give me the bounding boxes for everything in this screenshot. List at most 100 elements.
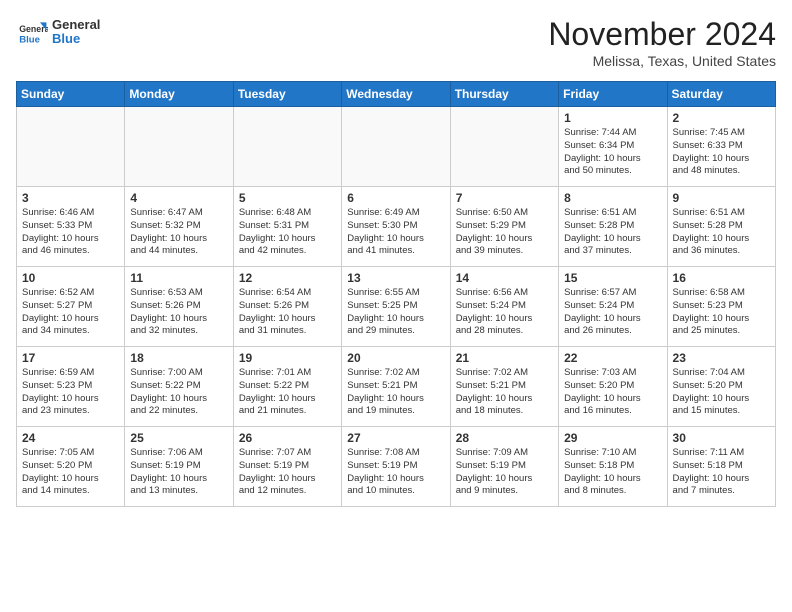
day-of-week-header: Monday bbox=[125, 82, 233, 107]
cell-content: Sunrise: 6:49 AMSunset: 5:30 PMDaylight:… bbox=[347, 207, 444, 258]
cell-content: Sunrise: 7:02 AMSunset: 5:21 PMDaylight:… bbox=[347, 367, 444, 418]
calendar-cell: 16 Sunrise: 6:58 AMSunset: 5:23 PMDayligh… bbox=[667, 267, 775, 347]
calendar-cell: 25 Sunrise: 7:06 AMSunset: 5:19 PMDayligh… bbox=[125, 427, 233, 507]
calendar-header-row: SundayMondayTuesdayWednesdayThursdayFrid… bbox=[17, 82, 776, 107]
calendar-cell: 7 Sunrise: 6:50 AMSunset: 5:29 PMDaylight… bbox=[450, 187, 558, 267]
calendar-cell: 12Sunrise: 6:54 AMSunset: 5:26 PMDayligh… bbox=[233, 267, 341, 347]
calendar-week-row: 10 Sunrise: 6:52 AMSunset: 5:27 PMDayligh… bbox=[17, 267, 776, 347]
day-number: 4 bbox=[130, 191, 227, 205]
day-number: 7 bbox=[456, 191, 553, 205]
cell-content: Sunrise: 7:11 AMSunset: 5:18 PMDaylight:… bbox=[673, 447, 770, 498]
day-number: 13 bbox=[347, 271, 444, 285]
calendar-cell: 23 Sunrise: 7:04 AMSunset: 5:20 PMDayligh… bbox=[667, 347, 775, 427]
day-number: 16 bbox=[673, 271, 770, 285]
day-number: 24 bbox=[22, 431, 119, 445]
calendar-cell: 29 Sunrise: 7:10 AMSunset: 5:18 PMDayligh… bbox=[559, 427, 667, 507]
calendar-week-row: 1 Sunrise: 7:44 AMSunset: 6:34 PMDaylight… bbox=[17, 107, 776, 187]
calendar-cell: 26Sunrise: 7:07 AMSunset: 5:19 PMDayligh… bbox=[233, 427, 341, 507]
calendar-cell: 9 Sunrise: 6:51 AMSunset: 5:28 PMDaylight… bbox=[667, 187, 775, 267]
cell-content: Sunrise: 7:03 AMSunset: 5:20 PMDaylight:… bbox=[564, 367, 661, 418]
day-number: 1 bbox=[564, 111, 661, 125]
calendar-cell: 21 Sunrise: 7:02 AMSunset: 5:21 PMDayligh… bbox=[450, 347, 558, 427]
cell-content: Sunrise: 6:46 AMSunset: 5:33 PMDaylight:… bbox=[22, 207, 119, 258]
calendar-cell: 3 Sunrise: 6:46 AMSunset: 5:33 PMDaylight… bbox=[17, 187, 125, 267]
calendar-week-row: 3 Sunrise: 6:46 AMSunset: 5:33 PMDaylight… bbox=[17, 187, 776, 267]
day-of-week-header: Tuesday bbox=[233, 82, 341, 107]
day-number: 28 bbox=[456, 431, 553, 445]
day-number: 10 bbox=[22, 271, 119, 285]
cell-content: Sunrise: 6:47 AMSunset: 5:32 PMDaylight:… bbox=[130, 207, 227, 258]
logo-text: General Blue bbox=[52, 18, 100, 47]
calendar-cell bbox=[125, 107, 233, 187]
cell-content: Sunrise: 6:52 AMSunset: 5:27 PMDaylight:… bbox=[22, 287, 119, 338]
day-number: 14 bbox=[456, 271, 553, 285]
day-number: 5 bbox=[239, 191, 336, 205]
cell-content: Sunrise: 6:58 AMSunset: 5:23 PMDaylight:… bbox=[673, 287, 770, 338]
cell-content: Sunrise: 7:02 AMSunset: 5:21 PMDaylight:… bbox=[456, 367, 553, 418]
calendar-cell: 10 Sunrise: 6:52 AMSunset: 5:27 PMDayligh… bbox=[17, 267, 125, 347]
cell-content: Sunrise: 7:05 AMSunset: 5:20 PMDaylight:… bbox=[22, 447, 119, 498]
cell-content: Sunrise: 7:08 AMSunset: 5:19 PMDaylight:… bbox=[347, 447, 444, 498]
day-number: 22 bbox=[564, 351, 661, 365]
day-number: 23 bbox=[673, 351, 770, 365]
svg-text:Blue: Blue bbox=[19, 34, 40, 45]
day-of-week-header: Friday bbox=[559, 82, 667, 107]
day-number: 27 bbox=[347, 431, 444, 445]
calendar-cell bbox=[450, 107, 558, 187]
cell-content: Sunrise: 7:06 AMSunset: 5:19 PMDaylight:… bbox=[130, 447, 227, 498]
cell-content: Sunrise: 7:45 AMSunset: 6:33 PMDaylight:… bbox=[673, 127, 770, 178]
cell-content: Sunrise: 6:56 AMSunset: 5:24 PMDaylight:… bbox=[456, 287, 553, 338]
cell-content: Sunrise: 7:01 AMSunset: 5:22 PMDaylight:… bbox=[239, 367, 336, 418]
cell-content: Sunrise: 6:48 AMSunset: 5:31 PMDaylight:… bbox=[239, 207, 336, 258]
calendar-cell: 14 Sunrise: 6:56 AMSunset: 5:24 PMDayligh… bbox=[450, 267, 558, 347]
calendar-cell: 6 Sunrise: 6:49 AMSunset: 5:30 PMDaylight… bbox=[342, 187, 450, 267]
cell-content: Sunrise: 6:53 AMSunset: 5:26 PMDaylight:… bbox=[130, 287, 227, 338]
day-of-week-header: Wednesday bbox=[342, 82, 450, 107]
cell-content: Sunrise: 7:10 AMSunset: 5:18 PMDaylight:… bbox=[564, 447, 661, 498]
calendar-cell: 18Sunrise: 7:00 AMSunset: 5:22 PMDayligh… bbox=[125, 347, 233, 427]
calendar-cell: 30 Sunrise: 7:11 AMSunset: 5:18 PMDayligh… bbox=[667, 427, 775, 507]
cell-content: Sunrise: 7:09 AMSunset: 5:19 PMDaylight:… bbox=[456, 447, 553, 498]
calendar-cell: 17 Sunrise: 6:59 AMSunset: 5:23 PMDayligh… bbox=[17, 347, 125, 427]
calendar-cell: 1 Sunrise: 7:44 AMSunset: 6:34 PMDaylight… bbox=[559, 107, 667, 187]
day-number: 30 bbox=[673, 431, 770, 445]
day-number: 29 bbox=[564, 431, 661, 445]
cell-content: Sunrise: 7:04 AMSunset: 5:20 PMDaylight:… bbox=[673, 367, 770, 418]
day-number: 6 bbox=[347, 191, 444, 205]
calendar-cell: 19Sunrise: 7:01 AMSunset: 5:22 PMDayligh… bbox=[233, 347, 341, 427]
cell-content: Sunrise: 7:07 AMSunset: 5:19 PMDaylight:… bbox=[239, 447, 336, 498]
calendar-cell: 2 Sunrise: 7:45 AMSunset: 6:33 PMDaylight… bbox=[667, 107, 775, 187]
cell-content: Sunrise: 6:51 AMSunset: 5:28 PMDaylight:… bbox=[673, 207, 770, 258]
day-number: 3 bbox=[22, 191, 119, 205]
cell-content: Sunrise: 6:57 AMSunset: 5:24 PMDaylight:… bbox=[564, 287, 661, 338]
day-number: 8 bbox=[564, 191, 661, 205]
calendar-cell bbox=[17, 107, 125, 187]
calendar-cell: 5 Sunrise: 6:48 AMSunset: 5:31 PMDaylight… bbox=[233, 187, 341, 267]
calendar-cell: 24 Sunrise: 7:05 AMSunset: 5:20 PMDayligh… bbox=[17, 427, 125, 507]
logo-general: General bbox=[52, 18, 100, 32]
day-of-week-header: Saturday bbox=[667, 82, 775, 107]
cell-content: Sunrise: 6:51 AMSunset: 5:28 PMDaylight:… bbox=[564, 207, 661, 258]
day-number: 11 bbox=[130, 271, 227, 285]
day-number: 20 bbox=[347, 351, 444, 365]
day-number: 17 bbox=[22, 351, 119, 365]
calendar-cell: 20 Sunrise: 7:02 AMSunset: 5:21 PMDayligh… bbox=[342, 347, 450, 427]
day-of-week-header: Thursday bbox=[450, 82, 558, 107]
day-number: 9 bbox=[673, 191, 770, 205]
day-number: 2 bbox=[673, 111, 770, 125]
logo-icon: General Blue bbox=[16, 16, 48, 48]
cell-content: Sunrise: 7:00 AMSunset: 5:22 PMDaylight:… bbox=[130, 367, 227, 418]
cell-content: Sunrise: 6:50 AMSunset: 5:29 PMDaylight:… bbox=[456, 207, 553, 258]
calendar-cell: 22 Sunrise: 7:03 AMSunset: 5:20 PMDayligh… bbox=[559, 347, 667, 427]
day-number: 25 bbox=[130, 431, 227, 445]
title-block: November 2024 Melissa, Texas, United Sta… bbox=[548, 16, 776, 69]
location-subtitle: Melissa, Texas, United States bbox=[548, 53, 776, 69]
cell-content: Sunrise: 6:55 AMSunset: 5:25 PMDaylight:… bbox=[347, 287, 444, 338]
cell-content: Sunrise: 7:44 AMSunset: 6:34 PMDaylight:… bbox=[564, 127, 661, 178]
day-number: 15 bbox=[564, 271, 661, 285]
day-number: 21 bbox=[456, 351, 553, 365]
logo: General Blue General Blue bbox=[16, 16, 100, 48]
cell-content: Sunrise: 6:59 AMSunset: 5:23 PMDaylight:… bbox=[22, 367, 119, 418]
cell-content: Sunrise: 6:54 AMSunset: 5:26 PMDaylight:… bbox=[239, 287, 336, 338]
calendar-cell: 4 Sunrise: 6:47 AMSunset: 5:32 PMDaylight… bbox=[125, 187, 233, 267]
